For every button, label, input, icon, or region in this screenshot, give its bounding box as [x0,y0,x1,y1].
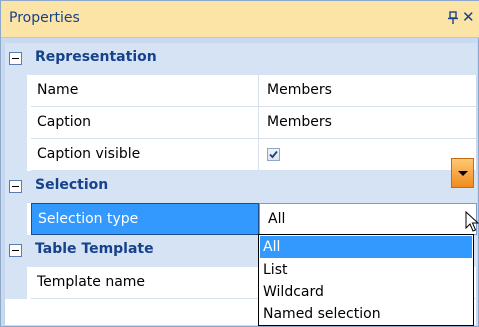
property-caption-visible-label: Caption visible [31,139,259,171]
category-label: Representation [35,49,157,65]
close-icon[interactable]: ✕ [462,8,475,26]
selection-type-dropdown-button[interactable] [451,158,474,188]
category-representation[interactable]: Representation [5,43,477,75]
dropdown-option-list[interactable]: List [260,259,472,281]
property-selection-type-label: Selection type [31,203,259,235]
property-selection-type-value[interactable]: All [259,203,477,235]
property-caption-label: Caption [31,107,259,139]
row-gutter [5,107,27,139]
panel-title-bar[interactable]: Properties ✕ [1,1,479,38]
property-name-label: Name [31,75,259,107]
collapse-icon[interactable] [9,244,22,257]
properties-panel: Properties ✕ Representation Name Members… [0,0,479,327]
dropdown-option-wildcard[interactable]: Wildcard [260,281,472,303]
chevron-down-icon [458,171,468,176]
property-row-name[interactable]: Name Members [5,75,477,107]
row-gutter [5,267,27,299]
row-gutter [5,75,27,107]
caption-visible-checkbox[interactable] [267,148,280,161]
mouse-cursor-icon [465,211,479,232]
panel-title: Properties [9,10,80,26]
category-selection[interactable]: Selection [5,171,477,203]
collapse-icon[interactable] [9,180,22,193]
dropdown-option-all[interactable]: All [260,236,472,258]
property-row-selection-type[interactable]: Selection type All [5,203,477,235]
collapse-icon[interactable] [9,52,22,65]
category-label: Selection [35,177,109,193]
selection-type-dropdown-list: All List Wildcard Named selection [258,234,474,326]
property-caption-value[interactable]: Members [259,107,477,139]
row-gutter [5,139,27,171]
property-template-name-label: Template name [31,267,259,299]
category-label: Table Template [35,241,154,257]
property-name-value[interactable]: Members [259,75,477,107]
pin-icon[interactable] [447,11,459,25]
row-gutter [5,203,27,235]
property-row-caption[interactable]: Caption Members [5,107,477,139]
property-caption-visible-value [259,139,477,171]
property-row-caption-visible[interactable]: Caption visible [5,139,477,171]
dropdown-option-named-selection[interactable]: Named selection [260,303,472,325]
checkmark-icon [269,150,278,159]
